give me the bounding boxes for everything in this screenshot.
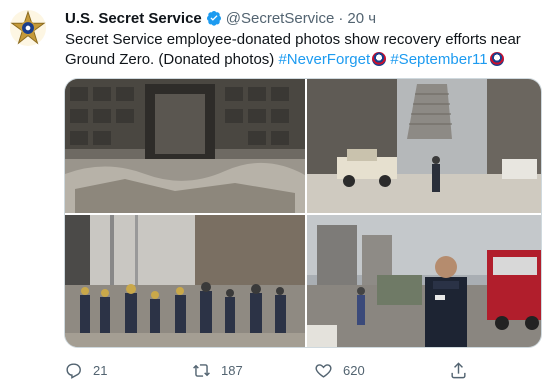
retweet-icon (193, 363, 210, 377)
share-icon (451, 361, 466, 378)
like-count: 620 (343, 362, 365, 378)
tweet-actions: 21 187 620 (64, 358, 484, 382)
handle[interactable]: @SecretService (226, 10, 335, 27)
reply-count: 21 (93, 362, 108, 378)
retweet-count: 187 (221, 362, 243, 378)
photo-recovery-vehicles-and-tower-ruins[interactable] (307, 79, 541, 213)
hashtag-never-forget[interactable]: #NeverForget (278, 51, 370, 68)
verified-badge-icon (206, 10, 222, 26)
like-button[interactable]: 620 (314, 361, 365, 380)
reply-button[interactable]: 21 (64, 361, 107, 380)
tweet-card[interactable]: U.S. Secret Service @SecretService · 20 … (0, 0, 550, 388)
photo-collapsed-building-facade[interactable] (65, 79, 305, 213)
timestamp[interactable]: 20 ч (347, 10, 376, 27)
usa-ribbon-emoji-icon (489, 52, 504, 66)
usa-ribbon-emoji-icon (372, 52, 387, 66)
tweet-text: Secret Service employee-donated photos s… (65, 30, 535, 70)
avatar[interactable] (8, 8, 48, 48)
reply-icon (66, 362, 81, 379)
share-button[interactable] (449, 361, 468, 380)
photo-firefighters-crowd-at-site[interactable] (65, 215, 305, 347)
separator-dot: · (338, 9, 344, 27)
heart-icon (315, 363, 332, 378)
photo-police-officer-near-fire-truck[interactable] (307, 215, 541, 347)
secret-service-star-icon (9, 9, 47, 47)
tweet-header: U.S. Secret Service @SecretService · 20 … (65, 8, 376, 28)
retweet-button[interactable]: 187 (192, 361, 243, 380)
hashtag-september11[interactable]: #September11 (390, 51, 487, 68)
display-name[interactable]: U.S. Secret Service (65, 10, 202, 27)
media-grid (64, 78, 542, 348)
